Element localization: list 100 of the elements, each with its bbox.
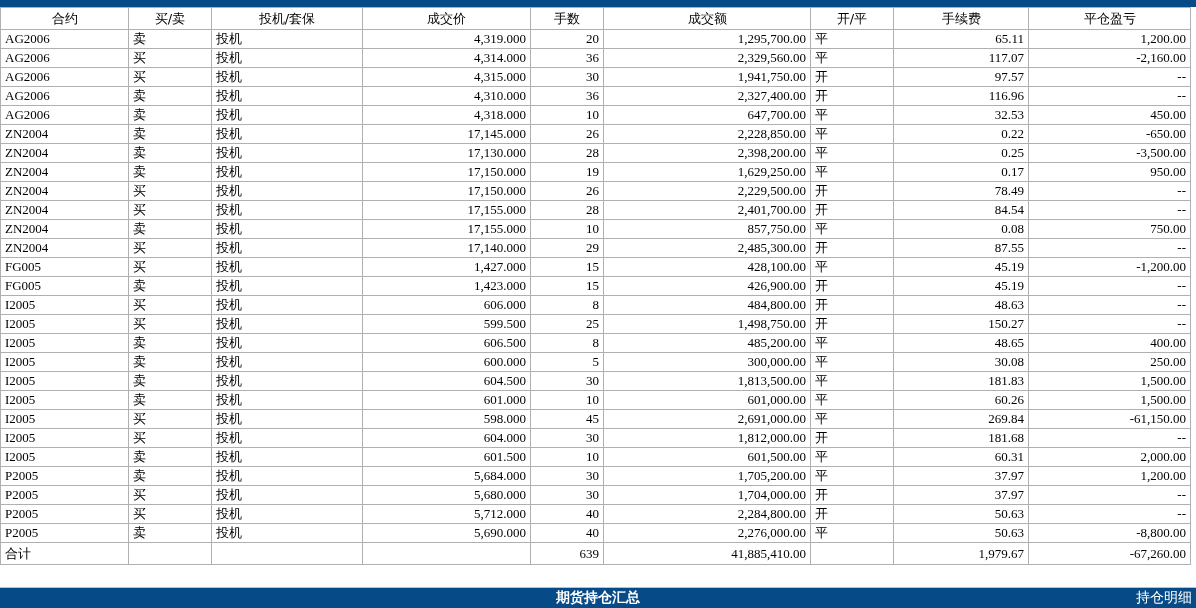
table-cell: 60.31 [893, 447, 1029, 467]
table-cell: -- [1028, 67, 1191, 87]
table-cell: 投机 [211, 333, 363, 353]
table-cell: 606.000 [362, 295, 531, 315]
column-header: 平仓盈亏 [1028, 7, 1191, 30]
table-cell: 25 [530, 314, 604, 334]
table-cell: 5,690.000 [362, 523, 531, 543]
table-cell: 26 [530, 124, 604, 144]
table-cell: 卖 [128, 352, 212, 372]
table-cell: ZN2004 [0, 124, 129, 144]
table-cell: FG005 [0, 257, 129, 277]
table-cell: 买 [128, 295, 212, 315]
table-cell: 950.00 [1028, 162, 1191, 182]
table-cell: 28 [530, 143, 604, 163]
table-cell: 48.63 [893, 295, 1029, 315]
table-cell: 2,485,300.00 [603, 238, 811, 258]
table-cell: 开 [810, 200, 894, 220]
column-header: 成交价 [362, 7, 531, 30]
table-cell: 17,130.000 [362, 143, 531, 163]
table-cell: 604.000 [362, 428, 531, 448]
table-cell: 50.63 [893, 504, 1029, 524]
table-cell: 97.57 [893, 67, 1029, 87]
table-cell: 买 [128, 409, 212, 429]
table-cell: ZN2004 [0, 238, 129, 258]
table-cell: 116.96 [893, 86, 1029, 106]
table-cell: 平 [810, 333, 894, 353]
table-cell: 投机 [211, 390, 363, 410]
table-cell: 卖 [128, 371, 212, 391]
table-cell: 37.97 [893, 466, 1029, 486]
table-cell: 投机 [211, 219, 363, 239]
table-cell: 投机 [211, 257, 363, 277]
column-header: 买/卖 [128, 7, 212, 30]
table-cell: 投机 [211, 105, 363, 125]
total-cell: 合计 [0, 542, 129, 565]
table-cell: 投机 [211, 447, 363, 467]
table-cell: 2,284,800.00 [603, 504, 811, 524]
table-cell: 投机 [211, 29, 363, 49]
table-cell: 2,228,850.00 [603, 124, 811, 144]
table-cell: 买 [128, 257, 212, 277]
table-cell: 开 [810, 295, 894, 315]
table-cell: 15 [530, 257, 604, 277]
table-cell: 1,812,000.00 [603, 428, 811, 448]
table-cell: 投机 [211, 276, 363, 296]
table-cell: 45 [530, 409, 604, 429]
table-cell: 平 [810, 390, 894, 410]
table-cell: 1,500.00 [1028, 371, 1191, 391]
table-cell: FG005 [0, 276, 129, 296]
table-cell: -- [1028, 295, 1191, 315]
table-cell: AG2006 [0, 48, 129, 68]
table-cell: 投机 [211, 314, 363, 334]
table-cell: 117.07 [893, 48, 1029, 68]
table-cell: 买 [128, 181, 212, 201]
table-cell: 30 [530, 485, 604, 505]
table-cell: 5,684.000 [362, 466, 531, 486]
table-cell: 269.84 [893, 409, 1029, 429]
table-cell: 450.00 [1028, 105, 1191, 125]
table-cell: 开 [810, 238, 894, 258]
section-title: 期货持仓汇总 [556, 589, 640, 607]
positions-detail-link[interactable]: 持仓明细 [1136, 589, 1192, 607]
table-cell: AG2006 [0, 105, 129, 125]
table-cell: 投机 [211, 67, 363, 87]
column-header: 开/平 [810, 7, 894, 30]
table-cell: P2005 [0, 523, 129, 543]
table-cell: I2005 [0, 314, 129, 334]
table-cell: 卖 [128, 124, 212, 144]
column-header: 手数 [530, 7, 604, 30]
table-cell: 37.97 [893, 485, 1029, 505]
table-cell: 2,691,000.00 [603, 409, 811, 429]
table-cell: 601,000.00 [603, 390, 811, 410]
table-cell: 30 [530, 466, 604, 486]
table-cell: 0.25 [893, 143, 1029, 163]
table-cell: 投机 [211, 238, 363, 258]
table-cell: 平 [810, 447, 894, 467]
table-cell: 604.500 [362, 371, 531, 391]
table-cell: 买 [128, 485, 212, 505]
table-cell: 1,704,000.00 [603, 485, 811, 505]
table-cell: 15 [530, 276, 604, 296]
table-cell: 投机 [211, 409, 363, 429]
table-cell: 卖 [128, 390, 212, 410]
table-cell: 4,315.000 [362, 67, 531, 87]
table-cell: 卖 [128, 162, 212, 182]
table-cell: -8,800.00 [1028, 523, 1191, 543]
table-cell: 平 [810, 257, 894, 277]
table-cell: 投机 [211, 523, 363, 543]
table-cell: I2005 [0, 371, 129, 391]
table-cell: 平 [810, 466, 894, 486]
table-cell: 买 [128, 238, 212, 258]
table-cell: 1,423.000 [362, 276, 531, 296]
table-cell: -- [1028, 314, 1191, 334]
table-cell: I2005 [0, 333, 129, 353]
table-cell: AG2006 [0, 86, 129, 106]
table-cell: 1,200.00 [1028, 29, 1191, 49]
table-cell: 平 [810, 162, 894, 182]
table-cell: 10 [530, 105, 604, 125]
table-cell: 1,629,250.00 [603, 162, 811, 182]
table-cell: 投机 [211, 86, 363, 106]
table-cell: AG2006 [0, 29, 129, 49]
table-cell: 17,155.000 [362, 219, 531, 239]
table-cell: 开 [810, 67, 894, 87]
table-cell: 投机 [211, 162, 363, 182]
